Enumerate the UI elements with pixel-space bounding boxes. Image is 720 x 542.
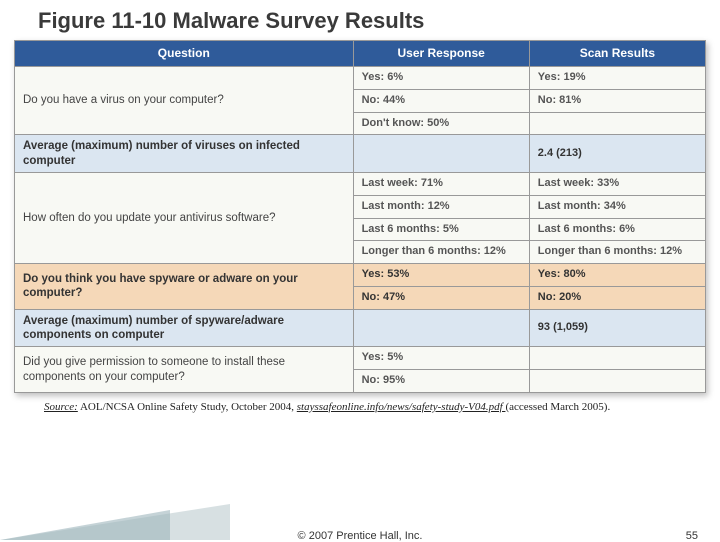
- table-row: Average (maximum) number of spyware/adwa…: [15, 309, 706, 347]
- scan-results-cell: [529, 370, 705, 393]
- header-user-response: User Response: [353, 41, 529, 67]
- question-cell: Average (maximum) number of spyware/adwa…: [15, 309, 354, 347]
- user-response-cell: No: 95%: [353, 370, 529, 393]
- table-container: Question User Response Scan Results Do y…: [0, 40, 720, 393]
- user-response-cell: No: 44%: [353, 89, 529, 112]
- source-line: Source: AOL/NCSA Online Safety Study, Oc…: [0, 393, 720, 413]
- user-response-cell: Don't know: 50%: [353, 112, 529, 135]
- scan-results-cell: 2.4 (213): [529, 135, 705, 173]
- scan-results-cell: Last month: 34%: [529, 195, 705, 218]
- user-response-cell: Last 6 months: 5%: [353, 218, 529, 241]
- source-label: Source:: [44, 401, 78, 413]
- user-response-cell: [353, 309, 529, 347]
- user-response-cell: Last month: 12%: [353, 195, 529, 218]
- table-row: Did you give permission to someone to in…: [15, 347, 706, 370]
- scan-results-cell: No: 20%: [529, 286, 705, 309]
- source-url: stayssafeonline.info/news/safety-study-V…: [297, 401, 506, 413]
- scan-results-cell: Last 6 months: 6%: [529, 218, 705, 241]
- question-cell: Average (maximum) number of viruses on i…: [15, 135, 354, 173]
- scan-results-cell: Longer than 6 months: 12%: [529, 241, 705, 264]
- user-response-cell: Yes: 53%: [353, 264, 529, 287]
- user-response-cell: Yes: 6%: [353, 67, 529, 90]
- figure-title: Figure 11-10 Malware Survey Results: [0, 0, 720, 40]
- scan-results-cell: No: 81%: [529, 89, 705, 112]
- question-cell: Do you have a virus on your computer?: [15, 67, 354, 135]
- user-response-cell: [353, 135, 529, 173]
- scan-results-cell: [529, 347, 705, 370]
- table-body: Do you have a virus on your computer?Yes…: [15, 67, 706, 393]
- user-response-cell: Yes: 5%: [353, 347, 529, 370]
- table-row: How often do you update your antivirus s…: [15, 173, 706, 196]
- header-scan-results: Scan Results: [529, 41, 705, 67]
- question-cell: How often do you update your antivirus s…: [15, 173, 354, 264]
- user-response-cell: Longer than 6 months: 12%: [353, 241, 529, 264]
- scan-results-cell: Yes: 19%: [529, 67, 705, 90]
- scan-results-cell: 93 (1,059): [529, 309, 705, 347]
- survey-table: Question User Response Scan Results Do y…: [14, 40, 706, 393]
- scan-results-cell: [529, 112, 705, 135]
- user-response-cell: Last week: 71%: [353, 173, 529, 196]
- page-number: 55: [686, 530, 698, 542]
- scan-results-cell: Last week: 33%: [529, 173, 705, 196]
- source-text: AOL/NCSA Online Safety Study, October 20…: [78, 401, 297, 413]
- source-tail: (accessed March 2005).: [505, 401, 610, 413]
- user-response-cell: No: 47%: [353, 286, 529, 309]
- scan-results-cell: Yes: 80%: [529, 264, 705, 287]
- table-row: Do you think you have spyware or adware …: [15, 264, 706, 287]
- question-cell: Do you think you have spyware or adware …: [15, 264, 354, 310]
- header-question: Question: [15, 41, 354, 67]
- copyright-text: © 2007 Prentice Hall, Inc.: [298, 530, 423, 542]
- table-row: Average (maximum) number of viruses on i…: [15, 135, 706, 173]
- table-row: Do you have a virus on your computer?Yes…: [15, 67, 706, 90]
- table-header-row: Question User Response Scan Results: [15, 41, 706, 67]
- decorative-wedge-inner: [0, 510, 170, 540]
- question-cell: Did you give permission to someone to in…: [15, 347, 354, 393]
